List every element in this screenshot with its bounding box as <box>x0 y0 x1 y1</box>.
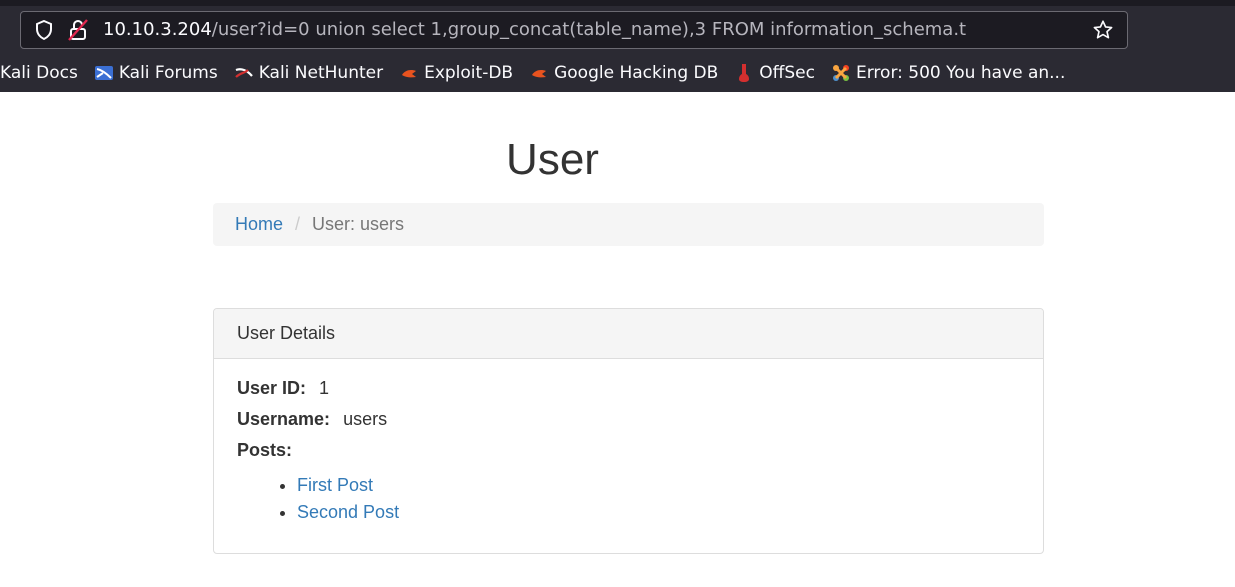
kali-forums-icon <box>94 63 114 83</box>
bookmark-google-hacking-db[interactable]: Google Hacking DB <box>529 63 718 83</box>
url-text[interactable]: 10.10.3.204/user?id=0 union select 1,gro… <box>103 12 1091 48</box>
browser-chrome: 10.10.3.204/user?id=0 union select 1,gro… <box>0 0 1235 92</box>
page-title: User <box>506 135 599 184</box>
breadcrumb-current: User: users <box>312 214 405 234</box>
bookmark-error-500[interactable]: Error: 500 You have an... <box>831 63 1065 83</box>
bookmark-label: OffSec <box>759 63 815 83</box>
bookmark-label: Error: 500 You have an... <box>856 63 1066 83</box>
panel-body: User ID: 1 Username: users Posts: First … <box>214 359 1043 542</box>
username-value: users <box>343 409 388 429</box>
post-link-second[interactable]: Second Post <box>297 502 399 522</box>
bookmark-label: Kali Forums <box>118 63 218 83</box>
breadcrumb: Home / User: users <box>213 203 1044 246</box>
posts-list: First Post Second Post <box>237 472 1020 526</box>
bookmark-kali-forums[interactable]: Kali Forums <box>94 63 218 83</box>
username-label: Username: <box>237 409 331 429</box>
posts-label: Posts: <box>237 440 293 460</box>
bookmark-label: Kali Docs <box>0 63 78 83</box>
user-details-panel: User Details User ID: 1 Username: users … <box>213 308 1044 554</box>
bookmark-label: Kali NetHunter <box>258 63 384 83</box>
joomla-icon <box>831 63 851 83</box>
breadcrumb-home-link[interactable]: Home <box>235 214 283 235</box>
offsec-icon <box>734 63 754 83</box>
ghdb-icon <box>529 63 549 83</box>
insecure-lock-icon[interactable] <box>67 19 89 41</box>
url-path: /user?id=0 union select 1,group_concat(t… <box>211 19 967 40</box>
posts-row: Posts: <box>237 437 1020 468</box>
shield-icon[interactable] <box>33 19 55 41</box>
bookmark-label: Exploit-DB <box>424 63 514 83</box>
list-item: Second Post <box>297 499 1020 526</box>
panel-heading: User Details <box>214 309 1043 359</box>
bookmarks-toolbar: Kali Docs Kali Forums Kali NetHunter Exp… <box>0 55 1235 91</box>
bookmark-star-icon[interactable] <box>1091 18 1115 42</box>
bookmark-offsec[interactable]: OffSec <box>734 63 815 83</box>
bookmark-exploit-db[interactable]: Exploit-DB <box>399 63 513 83</box>
post-link-first[interactable]: First Post <box>297 475 373 495</box>
bookmark-kali-docs[interactable]: Kali Docs <box>0 63 78 83</box>
username-row: Username: users <box>237 406 1020 437</box>
url-host: 10.10.3.204 <box>103 19 212 40</box>
bookmark-label: Google Hacking DB <box>554 63 719 83</box>
user-id-value: 1 <box>319 378 330 398</box>
breadcrumb-separator: / <box>295 214 301 234</box>
tab-strip <box>0 0 1235 6</box>
address-bar[interactable]: 10.10.3.204/user?id=0 union select 1,gro… <box>20 11 1128 49</box>
exploit-db-icon <box>399 63 419 83</box>
user-id-row: User ID: 1 <box>237 375 1020 406</box>
kali-nethunter-icon <box>234 63 254 83</box>
bookmark-kali-nethunter[interactable]: Kali NetHunter <box>234 63 383 83</box>
list-item: First Post <box>297 472 1020 499</box>
user-id-label: User ID: <box>237 378 307 398</box>
